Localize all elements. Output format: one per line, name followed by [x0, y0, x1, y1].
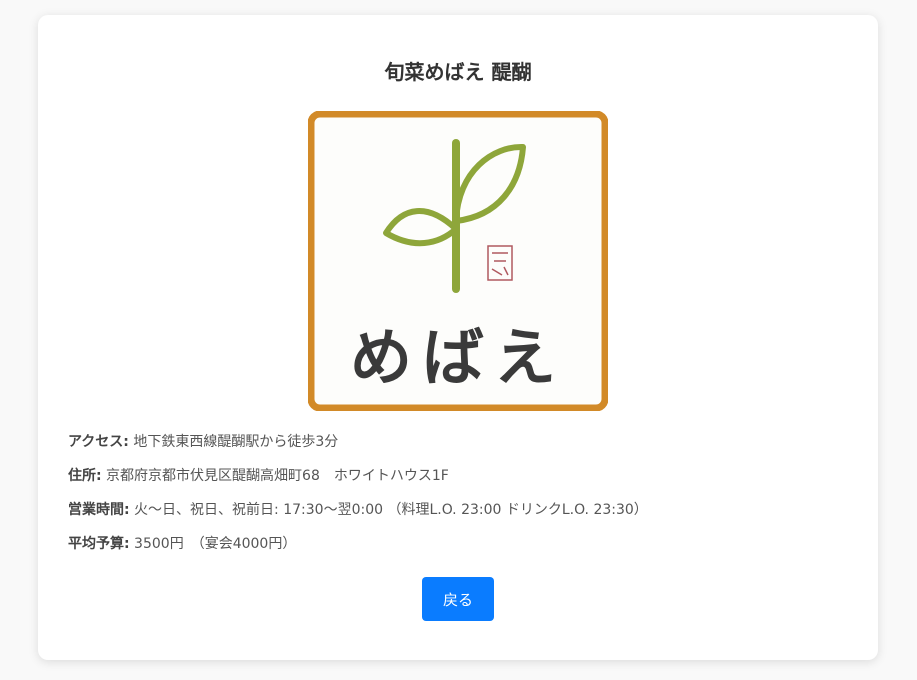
restaurant-name: 旬菜めばえ 醍醐: [384, 60, 532, 84]
detail-value: 火～日、祝日、祝前日: 17:30～翌0:00 （料理L.O. 23:00 ドリ…: [129, 502, 648, 518]
back-button[interactable]: 戻る: [422, 577, 494, 621]
detail-value: 地下鉄東西線醍醐駅から徒歩3分: [128, 434, 339, 450]
logo-text: めばえ: [350, 321, 566, 394]
detail-hours: 営業時間: 火～日、祝日、祝前日: 17:30～翌0:00 （料理L.O. 23…: [68, 499, 848, 521]
detail-label: アクセス:: [68, 434, 129, 450]
detail-value: 3500円 （宴会4000円）: [129, 536, 297, 552]
restaurant-logo: めばえ: [308, 111, 608, 411]
restaurant-card: 旬菜めばえ 醍醐 めばえ アクセス: 地下鉄東西線醍醐駅から徒歩3分 住所: 京…: [38, 15, 878, 660]
detail-label: 住所:: [68, 468, 102, 484]
detail-budget: 平均予算: 3500円 （宴会4000円）: [68, 533, 848, 555]
detail-access: アクセス: 地下鉄東西線醍醐駅から徒歩3分: [68, 431, 848, 453]
detail-address: 住所: 京都府京都市伏見区醍醐高畑町68 ホワイトハウス1F: [68, 465, 848, 487]
detail-label: 営業時間:: [68, 502, 130, 518]
detail-value: 京都府京都市伏見区醍醐高畑町68 ホワイトハウス1F: [101, 468, 449, 484]
restaurant-details: アクセス: 地下鉄東西線醍醐駅から徒歩3分 住所: 京都府京都市伏見区醍醐高畑町…: [68, 431, 848, 567]
detail-label: 平均予算:: [68, 536, 130, 552]
